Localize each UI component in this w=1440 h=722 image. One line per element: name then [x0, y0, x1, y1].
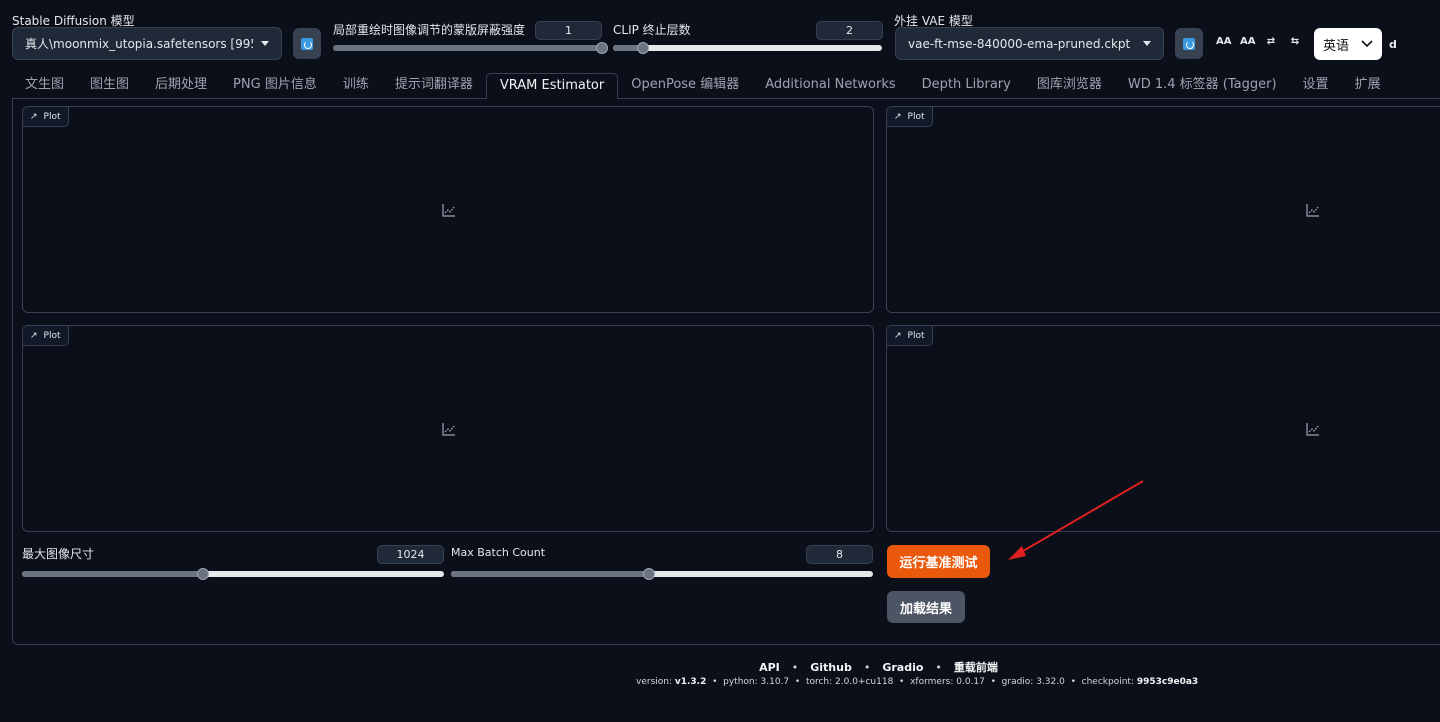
tab-6[interactable]: VRAM Estimator: [485, 73, 619, 99]
refresh-icon: [1183, 37, 1195, 50]
clip-skip-slider[interactable]: [613, 45, 882, 51]
max-batch-count-number[interactable]: 8: [806, 545, 873, 564]
max-image-size-number[interactable]: 1024: [377, 545, 444, 564]
chart-placeholder-icon: [1306, 204, 1319, 217]
tab-bar: 文生图 图生图 后期处理 PNG 图片信息 训练 提示词翻译器 VRAM Estimator…: [12, 73, 1394, 99]
mask-strength-slider[interactable]: [333, 45, 602, 51]
tab-7[interactable]: OpenPose 编辑器: [618, 73, 752, 99]
footer-link-github[interactable]: Github: [810, 661, 852, 674]
text-size-up-icon[interactable]: AA: [1216, 36, 1231, 47]
plot-panel-3: ↗ Plot: [22, 325, 874, 532]
refresh-vae-button[interactable]: [1175, 28, 1203, 59]
clip-skip-number[interactable]: 2: [816, 21, 883, 40]
footer-links: API • Github • Gradio • 重载前端: [759, 659, 998, 675]
footer-link-gradio[interactable]: Gradio: [882, 661, 923, 674]
plot-panel-1: ↗ Plot: [22, 106, 874, 313]
tab-2[interactable]: 后期处理: [142, 73, 220, 99]
tab-4[interactable]: 训练: [330, 73, 382, 99]
tab-11[interactable]: WD 1.4 标签器 (Tagger): [1115, 73, 1290, 99]
sd-model-select[interactable]: 真人\moonmix_utopia.safetensors [9953c9e0a…: [12, 27, 282, 60]
header-tail-text: d: [1389, 38, 1397, 51]
vae-value: vae-ft-mse-840000-ema-pruned.ckpt: [908, 36, 1131, 51]
sd-model-value: 真人\moonmix_utopia.safetensors [9953c9e0a…: [25, 37, 253, 51]
plot-label: ↗ Plot: [23, 326, 69, 346]
chart-icon: ↗: [894, 330, 902, 341]
refresh-icon: [301, 37, 313, 50]
annotation-arrow: [1008, 480, 1144, 560]
chevron-down-icon: [1361, 40, 1373, 48]
chart-placeholder-icon: [1306, 423, 1319, 436]
language-value: 英语: [1323, 38, 1350, 54]
tab-13[interactable]: 扩展: [1342, 73, 1394, 99]
plot-label: ↗ Plot: [887, 107, 933, 127]
tab-5[interactable]: 提示词翻译器: [382, 73, 486, 99]
swap-icon[interactable]: ⇄: [1264, 36, 1278, 47]
version-info: version: v1.3.2 • python: 3.10.7 • torch…: [636, 677, 1199, 687]
footer-link-api[interactable]: API: [759, 661, 780, 674]
plot-label: ↗ Plot: [887, 326, 933, 346]
clip-skip-label: CLIP 终止层数: [613, 23, 691, 37]
tab-9[interactable]: Depth Library: [909, 73, 1024, 99]
language-select[interactable]: 英语: [1314, 28, 1382, 60]
footer-link-reload-ui[interactable]: 重载前端: [954, 659, 998, 675]
tab-10[interactable]: 图库浏览器: [1024, 73, 1115, 99]
plot-panel-2: ↗ Plot: [886, 106, 1440, 313]
chart-icon: ↗: [30, 330, 38, 341]
refresh-models-button[interactable]: [293, 28, 321, 59]
chart-icon: ↗: [894, 111, 902, 122]
clip-skip-thumb[interactable]: [636, 42, 649, 54]
load-results-button[interactable]: 加载结果: [887, 591, 965, 623]
chevron-down-icon: [1143, 41, 1151, 46]
settings-toggle-icon[interactable]: ⇆: [1288, 36, 1302, 47]
tab-8[interactable]: Additional Networks: [752, 73, 908, 99]
vae-select[interactable]: vae-ft-mse-840000-ema-pruned.ckpt: [895, 27, 1164, 60]
max-batch-count-label: Max Batch Count: [451, 546, 546, 559]
tab-12[interactable]: 设置: [1290, 73, 1342, 99]
plot-label: ↗ Plot: [23, 107, 69, 127]
chart-placeholder-icon: [442, 423, 455, 436]
run-benchmark-button[interactable]: 运行基准测试: [887, 545, 990, 578]
chart-icon: ↗: [30, 111, 38, 122]
chevron-down-icon: [261, 41, 269, 46]
tab-0[interactable]: 文生图: [12, 73, 77, 99]
mask-strength-thumb[interactable]: [596, 42, 608, 54]
max-batch-count-slider[interactable]: [451, 571, 873, 577]
plot-panel-4: ↗ Plot: [886, 325, 1440, 532]
mask-strength-label: 局部重绘时图像调节的蒙版屏蔽强度: [333, 23, 526, 37]
text-size-down-icon[interactable]: AA: [1240, 36, 1255, 47]
max-image-size-slider[interactable]: [22, 571, 444, 577]
max-image-size-label: 最大图像尺寸: [22, 547, 95, 561]
tab-3[interactable]: PNG 图片信息: [220, 73, 330, 99]
mask-strength-number[interactable]: 1: [535, 21, 602, 40]
tab-1[interactable]: 图生图: [77, 73, 142, 99]
chart-placeholder-icon: [442, 204, 455, 217]
